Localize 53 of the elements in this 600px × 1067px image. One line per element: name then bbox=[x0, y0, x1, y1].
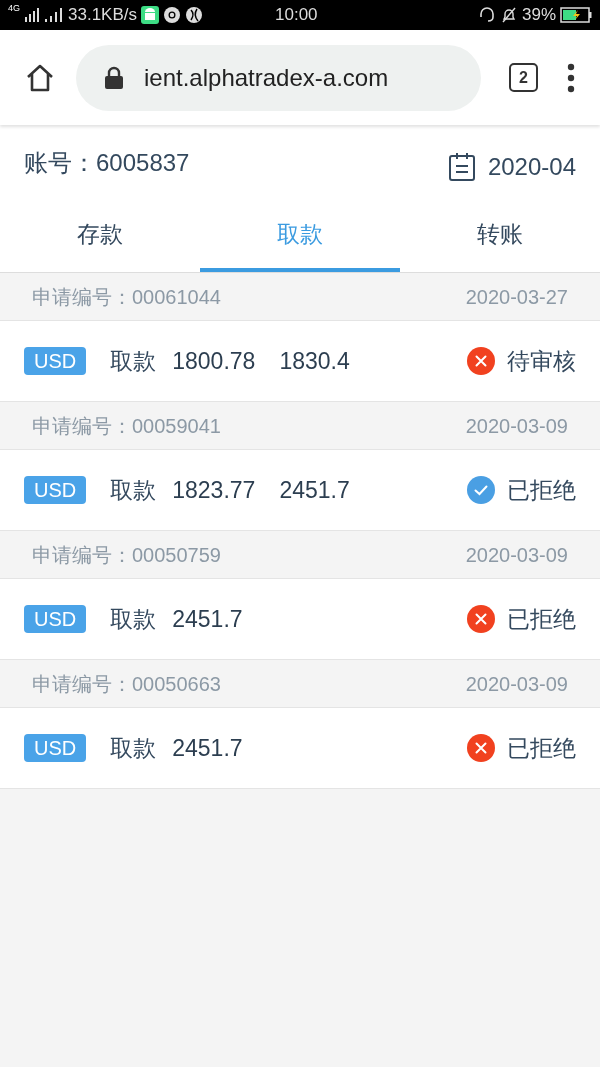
request-number: 申请编号：00050663 bbox=[32, 671, 221, 697]
currency-tag: USD bbox=[24, 734, 87, 762]
tab-count[interactable]: 2 bbox=[509, 63, 538, 92]
check-icon bbox=[467, 476, 495, 504]
record-date: 2020-03-27 bbox=[465, 284, 568, 310]
amount: 2451.7 bbox=[279, 475, 350, 505]
address-bar[interactable]: ient.alphatradex-a.com bbox=[76, 44, 481, 111]
record-date: 2020-03-09 bbox=[465, 671, 568, 697]
record-date: 2020-03-09 bbox=[465, 542, 568, 568]
headset-icon bbox=[477, 6, 496, 24]
amount: 2451.7 bbox=[172, 733, 243, 763]
tab[interactable]: 转账 bbox=[400, 200, 600, 272]
url-text: ient.alphatradex-a.com bbox=[144, 62, 389, 93]
transaction-type: 取款 bbox=[110, 733, 157, 763]
amount: 2451.7 bbox=[172, 604, 243, 634]
signal-icon bbox=[24, 7, 40, 23]
lock-icon bbox=[104, 65, 124, 90]
bell-muted-icon bbox=[499, 6, 518, 24]
transaction-type: 取款 bbox=[110, 604, 157, 634]
request-number: 申请编号：00059041 bbox=[32, 413, 221, 439]
request-number: 申请编号：00050759 bbox=[32, 542, 221, 568]
cross-icon bbox=[467, 605, 495, 633]
status-label: 待审核 bbox=[507, 346, 576, 376]
status-label: 已拒绝 bbox=[507, 604, 576, 634]
record-row[interactable]: USD 取款 2451.7 已拒绝 bbox=[0, 579, 600, 660]
transaction-type: 取款 bbox=[110, 475, 157, 505]
month-picker[interactable]: 2020-04 bbox=[487, 148, 576, 185]
record-date: 2020-03-09 bbox=[465, 413, 568, 439]
status-label: 已拒绝 bbox=[507, 475, 576, 505]
cross-icon bbox=[467, 347, 495, 375]
status-label: 已拒绝 bbox=[507, 733, 576, 763]
battery-icon bbox=[560, 7, 592, 23]
amount: 1830.4 bbox=[279, 346, 350, 376]
cross-icon bbox=[467, 734, 495, 762]
signal-icon bbox=[44, 7, 64, 23]
record-row[interactable]: USD 取款 1800.78 1830.4 待审核 bbox=[0, 321, 600, 402]
amount: 1823.77 bbox=[172, 475, 256, 505]
menu-icon[interactable] bbox=[566, 62, 576, 93]
record-row[interactable]: USD 取款 1823.77 2451.7 已拒绝 bbox=[0, 450, 600, 531]
request-number: 申请编号：00061044 bbox=[32, 284, 221, 310]
currency-tag: USD bbox=[24, 605, 87, 633]
record-row[interactable]: USD 取款 2451.7 已拒绝 bbox=[0, 708, 600, 789]
currency-tag: USD bbox=[24, 347, 87, 375]
transaction-type: 取款 bbox=[110, 346, 157, 376]
network-speed: 33.1KB/s bbox=[68, 4, 137, 27]
amount: 1800.78 bbox=[172, 346, 256, 376]
tab[interactable]: 存款 bbox=[0, 200, 200, 272]
calendar-icon[interactable] bbox=[447, 151, 476, 182]
battery-percent: 39% bbox=[521, 4, 556, 27]
network-type: 4G bbox=[8, 4, 20, 13]
account-number: 账号：6005837 bbox=[24, 147, 190, 178]
clock: 10:00 bbox=[275, 4, 318, 27]
currency-tag: USD bbox=[24, 476, 87, 504]
